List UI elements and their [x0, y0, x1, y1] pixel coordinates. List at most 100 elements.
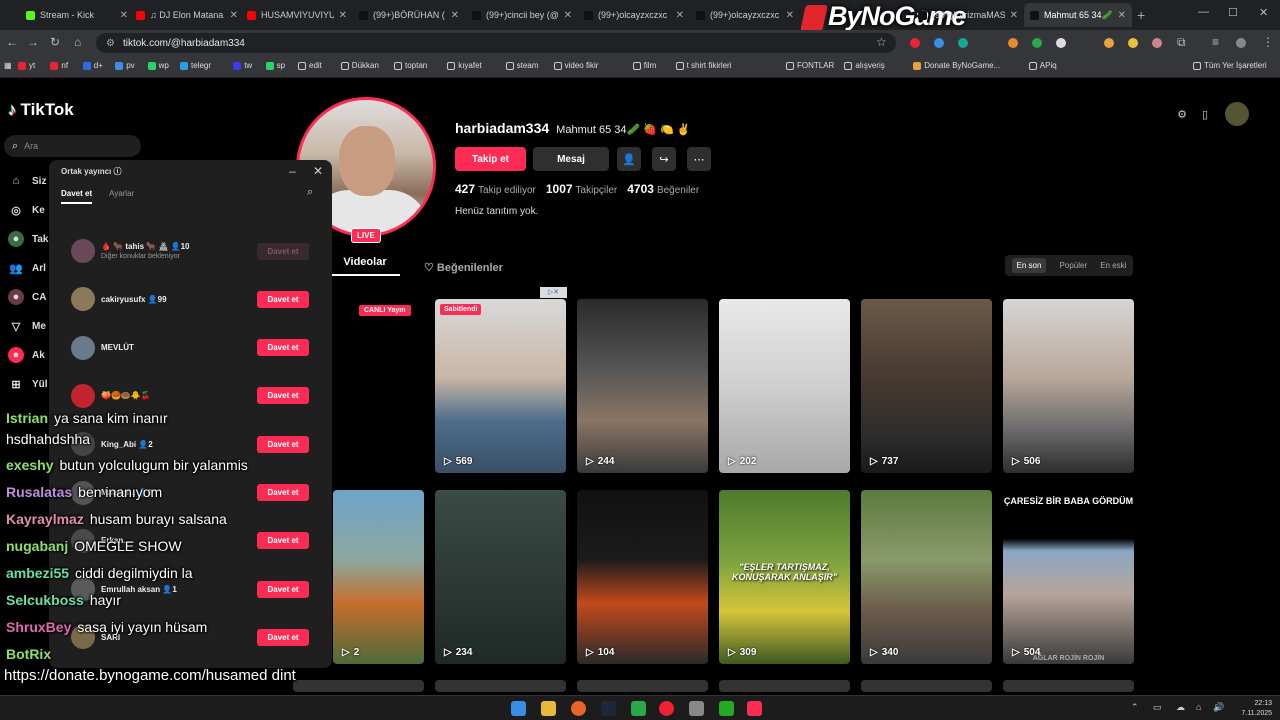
app-icon[interactable]: [571, 701, 586, 716]
browser-tab[interactable]: (99+)BÖRÜHAN (✕: [353, 3, 465, 27]
bookmark-item[interactable]: film: [632, 61, 656, 70]
sort-newest[interactable]: En son: [1011, 258, 1047, 273]
tab-close-icon[interactable]: ✕: [1010, 10, 1018, 21]
site-info-icon[interactable]: ⚙: [106, 38, 115, 49]
sidebar-item[interactable]: ● Tak: [8, 231, 49, 247]
tab-close-icon[interactable]: ✕: [564, 10, 572, 21]
bookmark-item[interactable]: steam: [505, 61, 538, 70]
profile-avatar[interactable]: [1236, 38, 1246, 48]
video-thumbnail[interactable]: ▷ 244: [577, 299, 708, 473]
tab-close-icon[interactable]: ✕: [451, 10, 459, 21]
bookmark-item[interactable]: d+: [82, 61, 103, 70]
sort-oldest[interactable]: En eski: [1100, 261, 1126, 270]
bookmark-star-icon[interactable]: ☆: [876, 35, 887, 49]
forward-button[interactable]: →: [27, 35, 39, 49]
tab-close-icon[interactable]: ✕: [120, 10, 128, 21]
bookmark-item[interactable]: FONTLAR: [786, 61, 834, 70]
bookmark-item[interactable]: t shirt fikirleri: [675, 61, 731, 70]
followers-stat[interactable]: 1007 Takipçiler: [546, 182, 617, 196]
tray-icon[interactable]: ☁: [1176, 702, 1185, 713]
extension-icon[interactable]: [1032, 38, 1042, 48]
settings-icon[interactable]: ⚙: [1170, 102, 1194, 126]
tiktok-icon[interactable]: [747, 701, 762, 716]
tab-videos[interactable]: Videolar: [330, 256, 400, 276]
close-icon[interactable]: ✕: [313, 164, 323, 178]
adblock-icon[interactable]: [910, 38, 920, 48]
bookmark-item[interactable]: Dükkan: [340, 61, 379, 70]
video-thumbnail[interactable]: ▷ 506: [1003, 299, 1134, 473]
tiktok-logo[interactable]: ♪ TikTok: [8, 100, 74, 120]
bookmark-item[interactable]: wp: [147, 61, 169, 70]
close-window-icon[interactable]: ✕: [1259, 6, 1268, 19]
network-icon[interactable]: ⌂: [1196, 702, 1201, 712]
browser-tab[interactable]: (99+)olcayzxczxc ✕: [690, 3, 800, 27]
extension-icon[interactable]: [1152, 38, 1162, 48]
sidebar-item[interactable]: ⊞ Yül: [8, 376, 47, 392]
sidebar-item[interactable]: ⌂ Siz: [8, 173, 47, 189]
sidebar-item[interactable]: ● Ak: [8, 347, 45, 363]
tab-invite[interactable]: Davet et: [61, 189, 93, 204]
start-icon[interactable]: [511, 701, 526, 716]
minimize-icon[interactable]: —: [1198, 6, 1209, 18]
extension-icon[interactable]: [1056, 38, 1066, 48]
browser-tab[interactable]: HUSAMVIYUVIYU ✕: [241, 3, 353, 27]
video-thumbnail[interactable]: "EŞLER TARTIŞMAZ, KONUŞARAK ANLAŞIR" ▷ 309: [719, 490, 850, 664]
video-thumbnail[interactable]: ▷ 737: [861, 299, 992, 473]
apps-grid-icon[interactable]: ▦: [4, 61, 12, 70]
video-thumbnail[interactable]: [861, 680, 992, 692]
invite-button[interactable]: Davet et: [257, 387, 309, 405]
tab-liked[interactable]: ♡ Beğenilenler: [424, 261, 503, 274]
help-icon[interactable]: ⓘ: [113, 167, 121, 176]
reload-button[interactable]: ↻: [50, 35, 60, 49]
tab-search-icon[interactable]: ≡: [1212, 35, 1219, 49]
browser-tab[interactable]: Stream - Kick ✕: [20, 3, 134, 27]
extension-icon[interactable]: [958, 38, 968, 48]
bookmark-item[interactable]: toptan: [394, 61, 427, 70]
sidebar-item[interactable]: ◎ Ke: [8, 202, 45, 218]
home-button[interactable]: ⌂: [74, 35, 81, 49]
follow-button[interactable]: Takip et: [455, 147, 526, 171]
maximize-icon[interactable]: ☐: [1228, 6, 1238, 19]
bookmark-item[interactable]: video fikir: [553, 61, 598, 70]
bookmark-item[interactable]: telegr: [180, 61, 211, 70]
tab-close-icon[interactable]: ✕: [786, 10, 794, 21]
invite-button[interactable]: Davet et: [257, 290, 309, 308]
browser-tab[interactable]: ♫ DJ Elon Matana ✕: [130, 3, 244, 27]
tab-close-icon[interactable]: ✕: [676, 10, 684, 21]
video-thumbnail[interactable]: [577, 680, 708, 692]
back-button[interactable]: ←: [6, 35, 18, 49]
video-thumbnail[interactable]: ▷ 340: [861, 490, 992, 664]
bookmark-item[interactable]: APiq: [1028, 61, 1057, 70]
app-icon[interactable]: [719, 701, 734, 716]
extension-icon[interactable]: [1104, 38, 1114, 48]
tab-close-icon[interactable]: ✕: [339, 10, 347, 21]
bookmark-item[interactable]: edit: [298, 61, 322, 70]
tab-close-icon[interactable]: ✕: [1118, 10, 1126, 21]
new-tab-button[interactable]: +: [1137, 7, 1145, 23]
ad-close-icon[interactable]: ▷✕: [540, 287, 567, 298]
camera-icon[interactable]: [689, 701, 704, 716]
search-icon[interactable]: ⌕: [307, 186, 313, 199]
all-bookmarks-folder[interactable]: Tüm Yer İşaretleri: [1193, 61, 1267, 70]
browser-tab[interactable]: Mahmut 65 34🥒 ✕: [1024, 3, 1132, 27]
following-stat[interactable]: 427 Takip ediliyor: [455, 182, 536, 196]
bookmark-item[interactable]: yt: [18, 61, 35, 70]
bookmark-item[interactable]: pv: [115, 61, 135, 70]
user-avatar[interactable]: [1225, 102, 1249, 126]
video-thumbnail[interactable]: ▷ 2: [333, 490, 424, 664]
video-thumbnail[interactable]: [719, 680, 850, 692]
add-friend-icon[interactable]: 👤: [617, 147, 641, 171]
more-options-icon[interactable]: ⋯: [687, 147, 711, 171]
message-button[interactable]: Mesaj: [533, 147, 609, 171]
sidebar-item[interactable]: 👥 Arl: [8, 260, 46, 276]
chrome-icon[interactable]: [659, 701, 674, 716]
app-icon[interactable]: [631, 701, 646, 716]
bookmark-item[interactable]: tw: [233, 61, 252, 70]
browser-tab[interactable]: (99+)cincii bey (@ ✕: [466, 3, 578, 27]
video-thumbnail[interactable]: ▷ 104: [577, 490, 708, 664]
video-thumbnail[interactable]: ÇARESİZ BİR BABA GÖRDÜM AĞLAR ROJİN ROJİN…: [1003, 490, 1134, 664]
steam-icon[interactable]: [601, 701, 616, 716]
extension-icon[interactable]: [934, 38, 944, 48]
bookmark-item[interactable]: kıyafet: [447, 61, 482, 70]
clock[interactable]: 22:13 7.11.2025: [1241, 699, 1272, 719]
